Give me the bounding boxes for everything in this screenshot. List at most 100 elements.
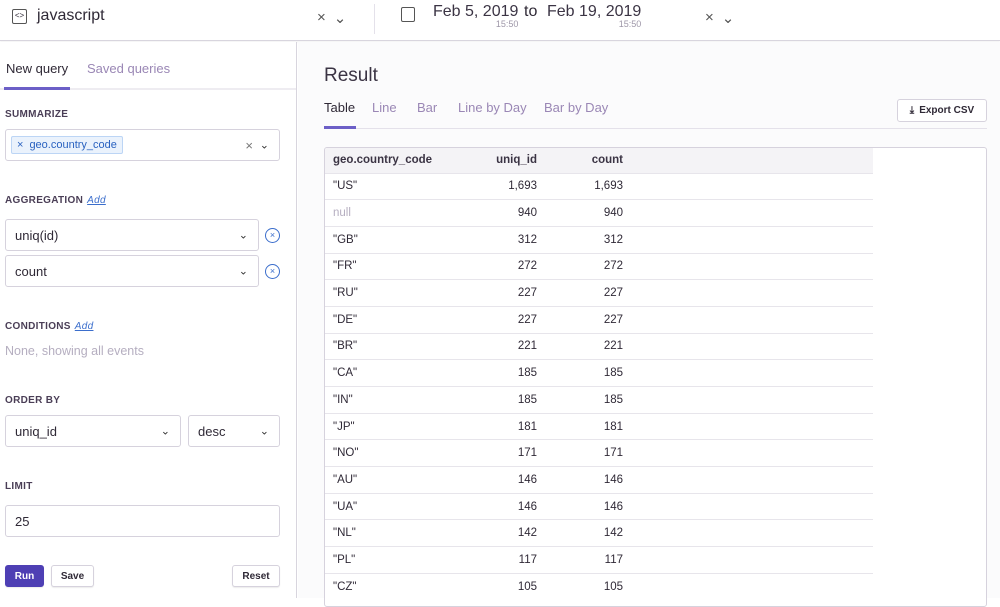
date-from-text: Feb 5, 2019 xyxy=(433,3,519,20)
save-button[interactable]: Save xyxy=(51,565,94,587)
table-cell: 142 xyxy=(545,519,631,547)
table-row: "PL" 117 117 xyxy=(325,546,873,574)
aggregation-select-1[interactable]: uniq(id) ⌄ xyxy=(5,219,259,251)
reset-button[interactable]: Reset xyxy=(232,565,280,587)
table-cell: "DE" xyxy=(325,305,475,334)
limit-input[interactable]: 25 xyxy=(5,505,280,537)
table-row: "GB" 312 312 xyxy=(325,225,873,254)
table-row: "NO" 171 171 xyxy=(325,439,873,467)
date-to-separator: to xyxy=(524,3,538,20)
aggregation-label-text: AGGREGATION xyxy=(5,195,84,206)
table-cell: 312 xyxy=(545,225,631,254)
summarize-chip: × geo.country_code xyxy=(11,136,123,154)
table-cell: 272 xyxy=(545,252,631,280)
table-row: "IN" 185 185 xyxy=(325,386,873,414)
result-title: Result xyxy=(324,65,378,86)
chevron-down-icon[interactable]: ⌄ xyxy=(334,9,347,27)
project-selector[interactable]: <> javascript xyxy=(12,7,105,25)
orderby-field-value: uniq_id xyxy=(15,423,57,439)
column-header: count xyxy=(545,148,631,173)
summarize-select[interactable]: × geo.country_code × ⌄ xyxy=(5,129,280,161)
chevron-down-icon: ⌄ xyxy=(160,425,170,438)
table-row: "US" 1,693 1,693 xyxy=(325,172,873,200)
clear-icon[interactable]: × xyxy=(245,138,253,153)
export-csv-button[interactable]: ⤓ Export CSV xyxy=(897,99,987,122)
query-builder: New query Saved queries SUMMARIZE × geo.c… xyxy=(0,42,297,598)
tab-new-query[interactable]: New query xyxy=(6,61,68,76)
orderby-field-select[interactable]: uniq_id ⌄ xyxy=(5,415,181,447)
table-row: "BR" 221 221 xyxy=(325,332,873,360)
table-row: "NL" 142 142 xyxy=(325,519,873,547)
table-cell: "BR" xyxy=(325,332,475,360)
table-cell: "CA" xyxy=(325,359,475,387)
tab-line-by-day[interactable]: Line by Day xyxy=(458,100,527,115)
time-from: 15:50 xyxy=(495,19,519,29)
aggregation-value: uniq(id) xyxy=(15,227,59,243)
table-cell: 1,693 xyxy=(475,172,545,200)
table-cell: "FR" xyxy=(325,252,475,280)
chevron-down-icon[interactable]: ⌄ xyxy=(722,9,735,27)
table-cell: 146 xyxy=(545,492,631,520)
remove-chip-icon[interactable]: × xyxy=(17,139,23,151)
clear-project-icon[interactable]: × xyxy=(317,9,326,27)
table-cell: 221 xyxy=(545,332,631,360)
table-cell-spacer xyxy=(631,305,873,334)
tab-saved-queries[interactable]: Saved queries xyxy=(87,61,170,76)
table-cell-spacer xyxy=(631,332,873,360)
chevron-down-icon: ⌄ xyxy=(259,425,269,438)
table-cell: "IN" xyxy=(325,386,475,414)
tab-line[interactable]: Line xyxy=(372,100,397,115)
tab-table[interactable]: Table xyxy=(324,100,355,115)
table-cell: 185 xyxy=(545,359,631,387)
table-cell: 117 xyxy=(475,546,545,574)
table-cell: "US" xyxy=(325,172,475,200)
orderby-direction-select[interactable]: desc ⌄ xyxy=(188,415,280,447)
table-row: "CA" 185 185 xyxy=(325,359,873,387)
table-cell: 171 xyxy=(475,439,545,467)
limit-label: LIMIT xyxy=(5,481,33,492)
tab-bar-by-day[interactable]: Bar by Day xyxy=(544,100,608,115)
remove-aggregation-icon[interactable]: × xyxy=(265,228,280,243)
table-cell: 105 xyxy=(475,572,545,600)
table-cell-spacer xyxy=(631,386,873,414)
clear-date-icon[interactable]: × xyxy=(705,9,714,27)
aggregation-select-2[interactable]: count ⌄ xyxy=(5,255,259,287)
table-cell-spacer xyxy=(631,466,873,494)
table-cell-spacer xyxy=(631,225,873,254)
table-cell-spacer xyxy=(631,519,873,547)
add-aggregation-link[interactable]: Add xyxy=(87,195,106,206)
tab-bar[interactable]: Bar xyxy=(417,100,437,115)
table-cell: "NL" xyxy=(325,519,475,547)
table-cell-spacer xyxy=(631,172,873,200)
project-controls: × ⌄ xyxy=(317,9,346,27)
table-cell-spacer xyxy=(631,492,873,520)
table-cell: 940 xyxy=(545,199,631,227)
calendar-icon xyxy=(401,7,415,22)
table-cell: 227 xyxy=(475,305,545,334)
table-row: "DE" 227 227 xyxy=(325,305,873,334)
table-cell: 227 xyxy=(475,279,545,307)
table-header: geo.country_code uniq_id count xyxy=(325,148,873,173)
table-cell: "CZ" xyxy=(325,572,475,600)
date-from[interactable]: Feb 5, 2019 15:50 xyxy=(433,3,518,29)
divider xyxy=(374,4,375,34)
visualization-tabs: Table Line Bar Line by Day Bar by Day xyxy=(324,100,987,129)
table-cell: 227 xyxy=(545,305,631,334)
table-cell: 105 xyxy=(545,572,631,600)
table-cell-spacer xyxy=(631,439,873,467)
table-cell: 227 xyxy=(545,279,631,307)
orderby-direction-value: desc xyxy=(198,423,226,439)
table-row: "AU" 146 146 xyxy=(325,466,873,494)
top-bar: <> javascript × ⌄ Feb 5, 2019 15:50 to Feb … xyxy=(0,0,1000,41)
table-cell: 221 xyxy=(475,332,545,360)
result-panel: Result Table Line Bar Line by Day Bar by… xyxy=(298,42,1000,607)
date-to[interactable]: Feb 19, 2019 15:50 xyxy=(547,3,641,29)
table-cell-spacer xyxy=(631,199,873,227)
table-row: "JP" 181 181 xyxy=(325,412,873,440)
download-icon: ⤓ xyxy=(909,105,915,116)
add-condition-link[interactable]: Add xyxy=(75,321,94,332)
run-button[interactable]: Run xyxy=(5,565,44,587)
chevron-down-icon[interactable]: ⌄ xyxy=(260,139,269,152)
remove-aggregation-icon[interactable]: × xyxy=(265,264,280,279)
aggregation-value: count xyxy=(15,263,47,279)
